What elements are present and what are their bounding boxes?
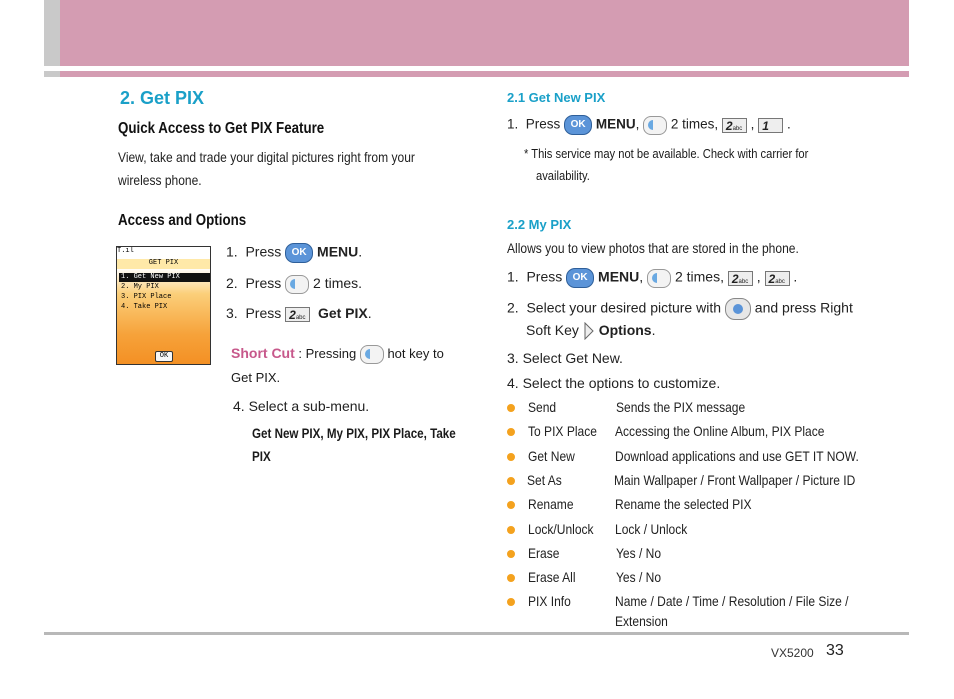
option-name: Erase All	[528, 569, 576, 585]
phone-ok-softkey: OK	[155, 351, 173, 362]
header-rule-gray	[44, 71, 60, 77]
nav-key-icon	[643, 115, 668, 135]
bullet-icon	[507, 477, 515, 485]
footer-model: VX5200	[771, 646, 814, 660]
my-pix-step-3: 3. Select Get New.	[507, 350, 623, 366]
access-step-1: 1. Press OK MENU.	[226, 243, 362, 263]
bullet-icon	[507, 501, 515, 509]
submenu-list: Get New PIX, My PIX, PIX Place, Take PIX	[252, 426, 456, 464]
shortcut-label: Short Cut	[231, 345, 295, 361]
header-rule-pink	[60, 71, 909, 77]
option-name: Set As	[527, 472, 562, 488]
nav-key-icon	[285, 275, 310, 294]
phone-status-bar: T.ıl	[117, 247, 210, 257]
option-desc: Accessing the Online Album, PIX Place	[615, 423, 825, 439]
nav-key-icon	[647, 268, 672, 288]
quick-access-desc: View, take and trade your digital pictur…	[118, 149, 415, 188]
option-desc-cont: Extension	[615, 613, 668, 629]
option-name: Lock/Unlock	[528, 521, 594, 537]
option-name: Get New	[528, 448, 575, 464]
bullet-icon	[507, 404, 515, 412]
option-desc: Main Wallpaper / Front Wallpaper / Pictu…	[614, 472, 856, 488]
shortcut-line: Short Cut : Pressing hot key to	[231, 345, 444, 365]
option-desc: Sends the PIX message	[616, 399, 746, 415]
option-name: To PIX Place	[528, 423, 597, 439]
bullet-icon	[507, 598, 515, 606]
ok-key-icon: OK	[564, 115, 593, 135]
my-pix-step-2: 2. Select your desired picture with and …	[507, 298, 853, 320]
key-2-icon: 2abc	[727, 270, 753, 286]
option-desc: Yes / No	[616, 545, 662, 561]
bullet-icon	[507, 526, 515, 534]
option-desc: Rename the selected PIX	[615, 496, 752, 512]
bullet-icon	[507, 574, 515, 582]
header-pink-band	[60, 0, 909, 66]
access-options-heading: Access and Options	[118, 212, 247, 229]
my-pix-step-4: 4. Select the options to customize.	[507, 375, 721, 391]
phone-screen-title: GET PIX	[117, 259, 210, 269]
access-step-2: 2. Press 2 times.	[226, 275, 362, 294]
option-desc: Name / Date / Time / Resolution / File S…	[615, 593, 849, 609]
page-number: 33	[826, 642, 844, 659]
option-desc: Yes / No	[616, 569, 662, 585]
header-gray-block	[44, 0, 60, 66]
option-name: Rename	[528, 496, 574, 512]
quick-access-heading: Quick Access to Get PIX Feature	[118, 120, 325, 137]
section-title: 2. Get PIX	[120, 88, 205, 108]
access-step-4: 4. Select a sub-menu.	[233, 398, 370, 414]
my-pix-step-1: 1. Press OK MENU, 2 times, 2abc , 2abc .	[507, 268, 797, 288]
get-new-pix-heading: 2.1 Get New PIX	[507, 90, 606, 105]
footer-rule	[44, 632, 909, 635]
get-new-note: * This service may not be available. Che…	[524, 146, 809, 183]
right-softkey-icon	[584, 322, 594, 341]
option-name: Erase	[528, 545, 560, 561]
option-desc: Download applications and use GET IT NOW…	[615, 448, 859, 464]
key-2-icon: 2abc	[285, 306, 311, 322]
my-pix-desc: Allows you to view photos that are store…	[507, 240, 799, 256]
phone-menu-item-4: 4. Take PIX	[121, 303, 168, 311]
key-2-icon: 2abc	[764, 270, 790, 286]
option-desc: Lock / Unlock	[615, 521, 688, 537]
phone-menu-item-1: 1. Get New PIX	[119, 273, 210, 282]
my-pix-heading: 2.2 My PIX	[507, 217, 572, 232]
bullet-icon	[507, 453, 515, 461]
shortcut-line-2: Get PIX.	[231, 370, 281, 385]
access-step-3: 3. Press 2abc Get PIX.	[226, 305, 372, 322]
phone-screen-image: T.ıl GET PIX 1. Get New PIX 2. My PIX 3.…	[116, 246, 211, 365]
key-2-icon: 2abc	[721, 117, 747, 133]
navigation-key-icon	[724, 298, 751, 320]
phone-menu-item-3: 3. PIX Place	[121, 293, 172, 301]
ok-key-icon: OK	[285, 243, 314, 263]
phone-menu-item-2: 2. My PIX	[121, 283, 159, 291]
my-pix-step-2-cont: Soft Key Options.	[526, 322, 655, 341]
option-name: PIX Info	[528, 593, 571, 609]
option-name: Send	[528, 399, 557, 415]
bullet-icon	[507, 428, 515, 436]
ok-key-icon: OK	[566, 268, 595, 288]
get-new-step-1: 1. Press OK MENU, 2 times, 2abc , 1 .	[507, 115, 791, 135]
bullet-icon	[507, 550, 515, 558]
nav-key-icon	[359, 345, 384, 365]
key-1-icon: 1	[758, 117, 784, 133]
